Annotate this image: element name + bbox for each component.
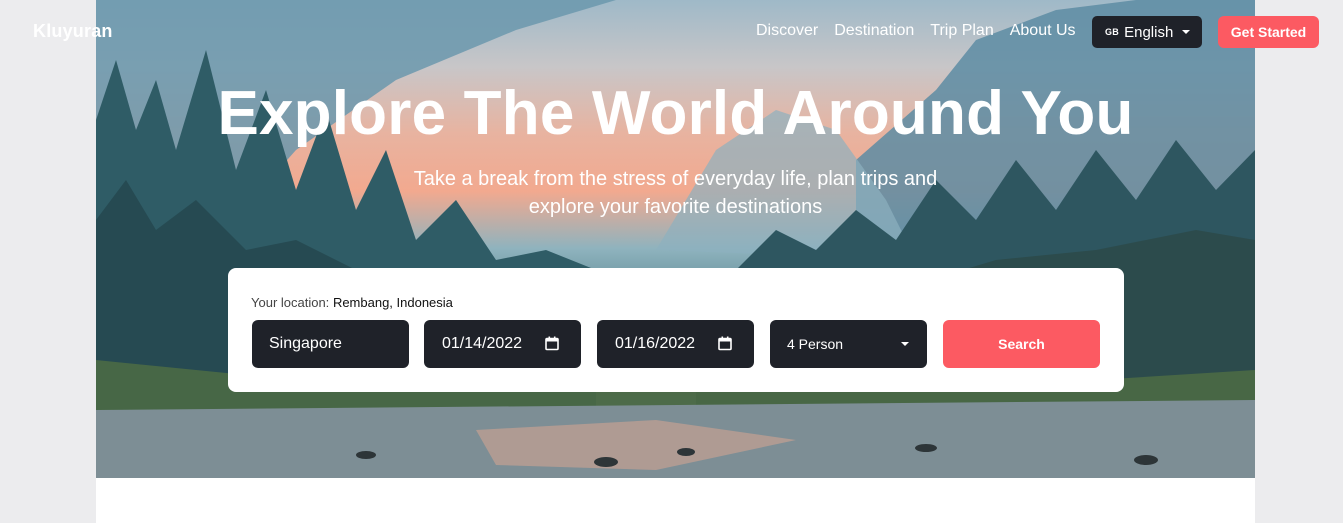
search-card: Your location: Rembang, Indonesia Singap…	[228, 268, 1124, 392]
nav-link-trip-plan[interactable]: Trip Plan	[930, 22, 993, 40]
brand-logo[interactable]: Kluyuran	[33, 21, 113, 42]
page-content-area	[96, 478, 1255, 523]
right-gutter	[1255, 0, 1343, 523]
calendar-icon[interactable]	[545, 336, 559, 351]
hero-subtitle-line-2: explore your favorite destinations	[528, 196, 823, 218]
get-started-button[interactable]: Get Started	[1218, 16, 1319, 48]
page: Kluyuran Discover Destination Trip Plan …	[0, 0, 1343, 523]
hero-title: Explore The World Around You	[217, 79, 1134, 148]
calendar-icon[interactable]	[718, 336, 732, 351]
search-button[interactable]: Search	[943, 320, 1100, 368]
location-label: Your location:	[251, 295, 330, 310]
guests-value: 4 Person	[787, 336, 844, 352]
check-in-date-input[interactable]: 01/14/2022	[424, 320, 581, 368]
chevron-down-icon	[1182, 30, 1191, 34]
nav-link-destination[interactable]: Destination	[834, 22, 914, 40]
hero-background-image	[96, 0, 1255, 478]
current-location: Your location: Rembang, Indonesia	[251, 295, 453, 310]
language-label: English	[1124, 23, 1174, 41]
check-in-value: 01/14/2022	[442, 335, 523, 352]
main-nav: Discover Destination Trip Plan About Us	[756, 22, 1092, 40]
nav-link-about-us[interactable]: About Us	[1010, 22, 1076, 40]
language-selector[interactable]: GB English	[1092, 16, 1202, 48]
flag-icon: GB	[1105, 27, 1120, 37]
nav-link-discover[interactable]: Discover	[756, 22, 818, 40]
landscape-illustration	[96, 0, 1255, 478]
chevron-down-icon	[901, 342, 909, 346]
left-gutter	[0, 0, 96, 523]
check-out-date-input[interactable]: 01/16/2022	[597, 320, 754, 368]
destination-value: Singapore	[269, 335, 342, 352]
location-value: Rembang, Indonesia	[332, 295, 453, 310]
guests-select[interactable]: 4 Person	[770, 320, 927, 368]
hero-subtitle-line-1: Take a break from the stress of everyday…	[413, 168, 938, 190]
check-out-value: 01/16/2022	[615, 335, 696, 352]
hero-subtitle: Take a break from the stress of everyday…	[96, 165, 1255, 221]
destination-input[interactable]: Singapore	[252, 320, 409, 368]
